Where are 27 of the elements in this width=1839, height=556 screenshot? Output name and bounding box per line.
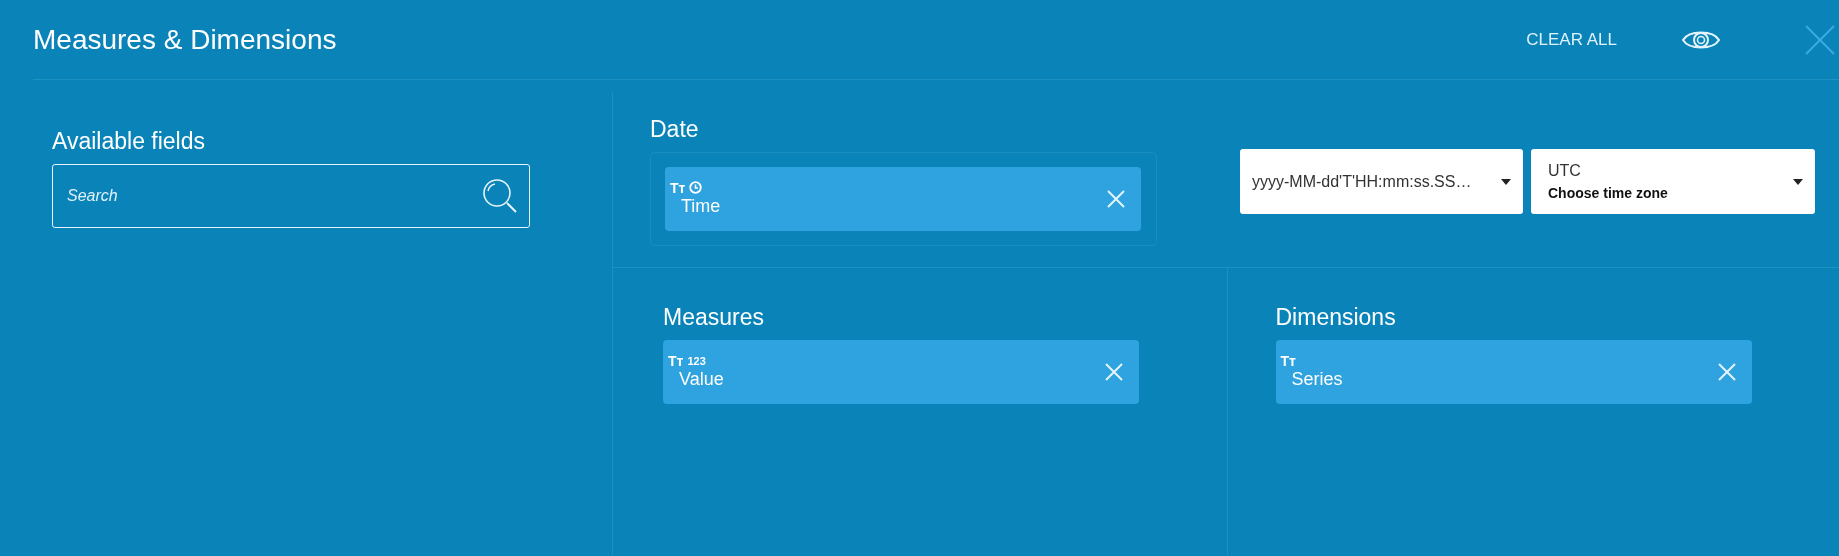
field-chip[interactable]: Tт Series <box>1275 339 1752 404</box>
remove-icon[interactable] <box>1105 187 1127 210</box>
timezone-dropdown[interactable]: UTC Choose time zone <box>1531 149 1815 214</box>
field-chip[interactable]: Tт Time <box>665 166 1141 231</box>
clock-icon <box>689 181 703 195</box>
clear-all-button[interactable]: CLEAR ALL <box>1526 26 1617 53</box>
caret-icon <box>1793 178 1803 185</box>
caret-icon <box>1501 178 1511 185</box>
field-name: Time <box>681 195 722 218</box>
field-chip[interactable]: Tт 123 Value <box>663 339 1139 404</box>
type-label: Tт <box>1280 353 1296 368</box>
close-icon[interactable] <box>1805 24 1835 55</box>
type-label: Tт <box>670 180 686 195</box>
remove-icon[interactable] <box>1103 360 1125 383</box>
section-title: Date <box>650 116 700 144</box>
remove-icon[interactable] <box>1715 360 1738 383</box>
section-title: Measures <box>663 304 765 332</box>
dialog-title: Measures & Dimensions <box>33 22 338 57</box>
section-title: Available fields <box>52 128 206 156</box>
section-title: Dimensions <box>1275 304 1397 332</box>
type-label: 123 <box>687 353 706 369</box>
search-icon <box>482 177 518 214</box>
type-label: Tт <box>668 353 684 368</box>
search-field[interactable]: Search <box>52 163 530 228</box>
field-name: Series <box>1291 368 1344 391</box>
field-name: Value <box>679 368 725 391</box>
format-dropdown[interactable]: yyyy-MM-dd'T'HH:mm:ss.SS… <box>1240 149 1523 214</box>
